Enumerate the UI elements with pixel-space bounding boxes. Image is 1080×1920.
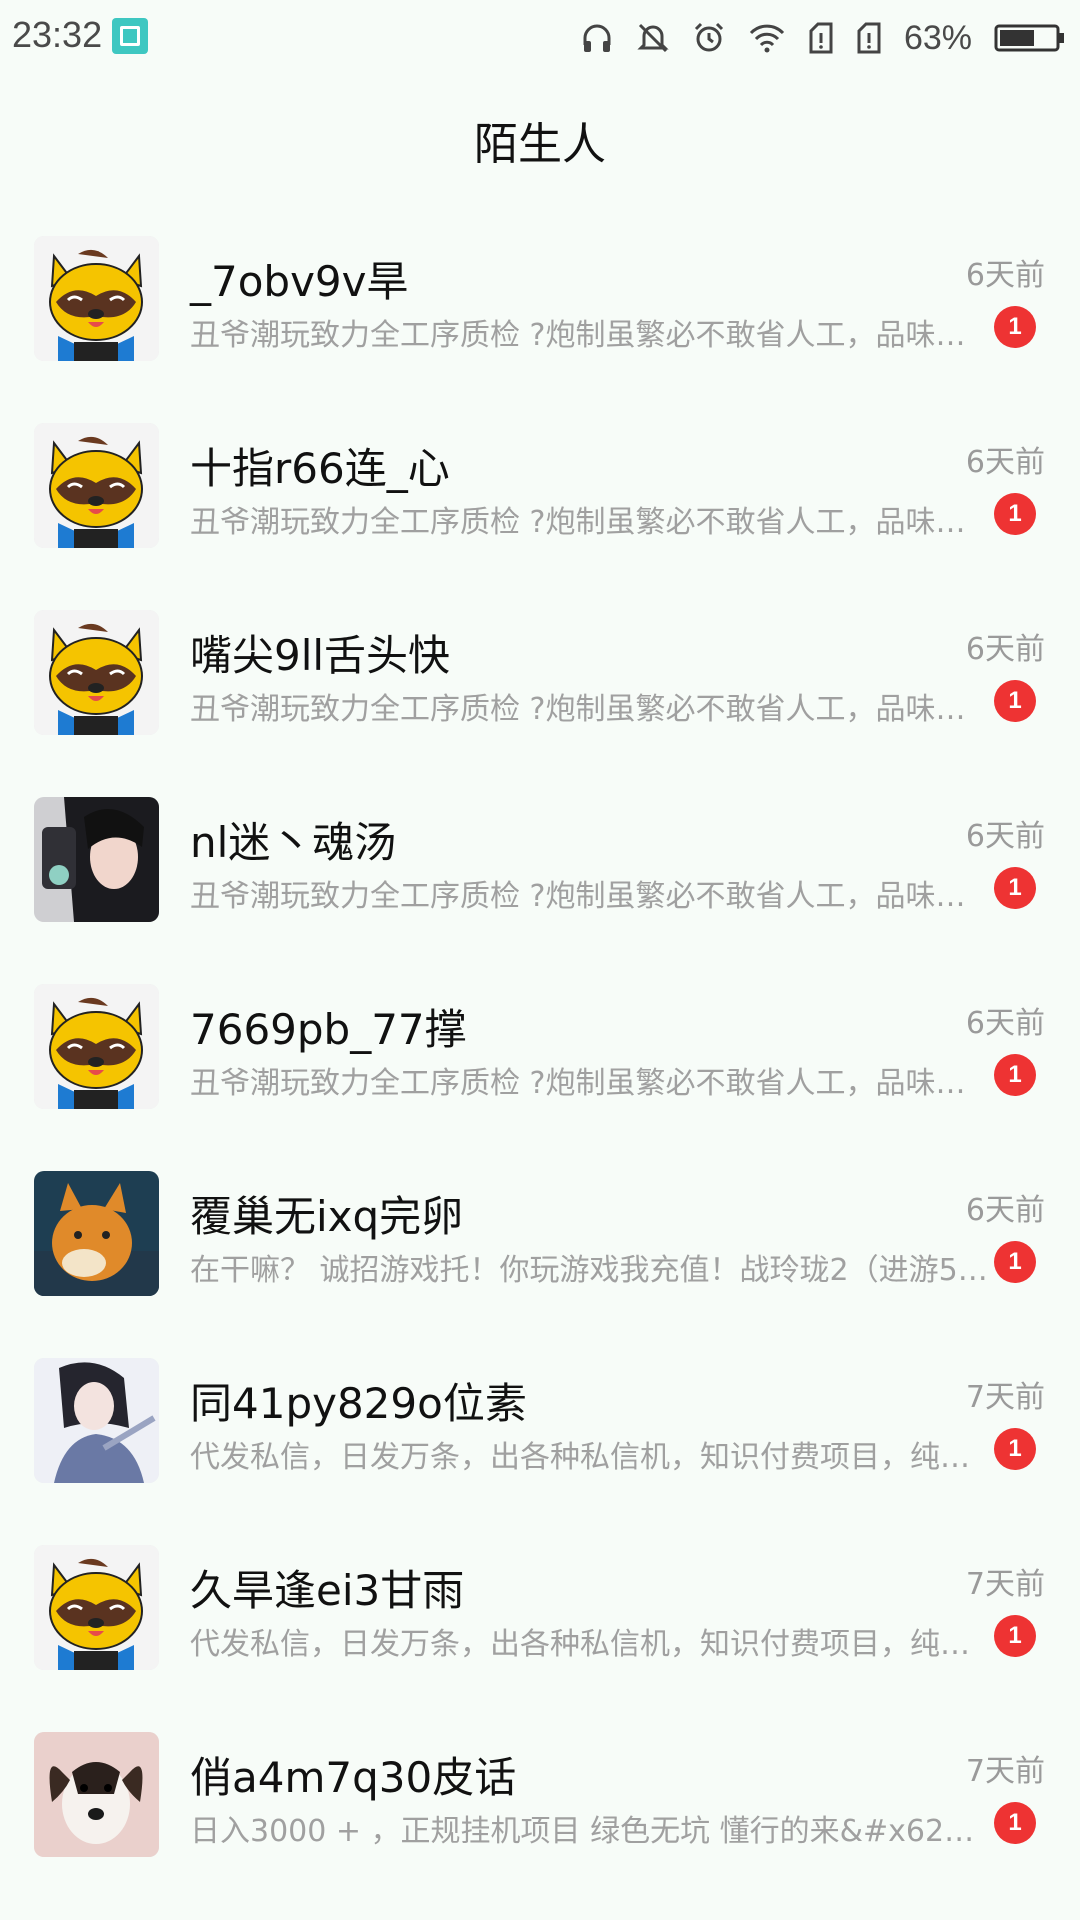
message-time: 6天前 bbox=[965, 1193, 1045, 1228]
message-time: 6天前 bbox=[965, 445, 1045, 480]
sender-name: 久旱逢ei3甘雨 bbox=[190, 1566, 465, 1615]
avatar[interactable] bbox=[34, 984, 159, 1109]
unread-badge: 1 bbox=[994, 1054, 1036, 1096]
sender-name: nl迷丶魂汤 bbox=[190, 818, 397, 867]
sender-name: 同41py829o位素 bbox=[190, 1379, 527, 1428]
message-list: _7obv9v旱 6天前 丑爷潮玩致力全工序质检 ?炮制虽繁必不敢省人工，品味… 1 … bbox=[0, 222, 1080, 1905]
avatar[interactable] bbox=[34, 610, 159, 735]
message-time: 6天前 bbox=[965, 1006, 1045, 1041]
unread-badge: 1 bbox=[994, 493, 1036, 535]
sender-name: 俏a4m7q30皮话 bbox=[190, 1753, 517, 1802]
message-preview: 代发私信，日发万条，出各种私信机，知识付费项目，纯… bbox=[190, 1627, 970, 1662]
message-time: 7天前 bbox=[965, 1754, 1045, 1789]
sim2-icon bbox=[857, 22, 881, 54]
message-time: 7天前 bbox=[965, 1380, 1045, 1415]
message-preview: 丑爷潮玩致力全工序质检 ?炮制虽繁必不敢省人工，品味… bbox=[190, 879, 966, 914]
status-icons: 63% bbox=[580, 16, 1066, 60]
message-preview: 丑爷潮玩致力全工序质检 ?炮制虽繁必不敢省人工，品味… bbox=[190, 318, 966, 353]
wifi-icon bbox=[749, 24, 785, 53]
bell-off-icon bbox=[637, 23, 669, 53]
avatar[interactable] bbox=[34, 1545, 159, 1670]
message-item[interactable]: _7obv9v旱 6天前丑爷潮玩致力全工序质检 ?炮制虽繁必不敢省人工，品味… 1 bbox=[0, 222, 1080, 409]
message-item[interactable]: 俏a4m7q30皮话 7天前日入3000 + ，正规挂机项目 绿色无坑 懂行的来&… bbox=[0, 1718, 1080, 1905]
message-preview: 在干嘛？ 诚招游戏托！你玩游戏我充值！战玲珑2（进游5… bbox=[190, 1253, 988, 1288]
message-time: 6天前 bbox=[965, 819, 1045, 854]
unread-badge: 1 bbox=[994, 306, 1036, 348]
message-preview: 丑爷潮玩致力全工序质检 ?炮制虽繁必不敢省人工，品味… bbox=[190, 692, 966, 727]
sender-name: 嘴尖9ll舌头快 bbox=[190, 631, 451, 680]
message-time: 7天前 bbox=[965, 1567, 1045, 1602]
sim1-icon bbox=[809, 22, 833, 54]
status-time: 23:32 bbox=[12, 14, 103, 55]
unread-badge: 1 bbox=[994, 1615, 1036, 1657]
message-item[interactable]: 7669pb_77撑 6天前丑爷潮玩致力全工序质检 ?炮制虽繁必不敢省人工，品味…… bbox=[0, 970, 1080, 1157]
headphones-icon bbox=[583, 24, 611, 52]
message-time: 6天前 bbox=[965, 632, 1045, 667]
unread-badge: 1 bbox=[994, 1428, 1036, 1470]
battery-percent: 63% bbox=[903, 18, 972, 57]
message-item[interactable]: 嘴尖9ll舌头快 6天前丑爷潮玩致力全工序质检 ?炮制虽繁必不敢省人工，品味… 1 bbox=[0, 596, 1080, 783]
message-item[interactable]: nl迷丶魂汤 6天前丑爷潮玩致力全工序质检 ?炮制虽繁必不敢省人工，品味… 1 bbox=[0, 783, 1080, 970]
avatar[interactable] bbox=[34, 423, 159, 548]
avatar[interactable] bbox=[34, 797, 159, 922]
sender-name: 十指r66连_心 bbox=[190, 444, 450, 493]
message-item[interactable]: 同41py829o位素 7天前代发私信，日发万条，出各种私信机，知识付费项目，纯…… bbox=[0, 1344, 1080, 1531]
message-item[interactable]: 十指r66连_心 6天前丑爷潮玩致力全工序质检 ?炮制虽繁必不敢省人工，品味… 1 bbox=[0, 409, 1080, 596]
avatar[interactable] bbox=[34, 1358, 159, 1483]
screenshot-icon bbox=[112, 18, 148, 54]
unread-badge: 1 bbox=[994, 680, 1036, 722]
sender-name: 7669pb_77撑 bbox=[190, 1005, 467, 1054]
battery-icon bbox=[994, 24, 1064, 52]
message-preview: 日入3000 + ，正规挂机项目 绿色无坑 懂行的来&#x6211;… bbox=[190, 1814, 990, 1849]
sender-name: _7obv9v旱 bbox=[190, 257, 409, 306]
message-preview: 丑爷潮玩致力全工序质检 ?炮制虽繁必不敢省人工，品味… bbox=[190, 505, 966, 540]
status-bar: 23:32 63% bbox=[0, 0, 1080, 78]
message-preview: 代发私信，日发万条，出各种私信机，知识付费项目，纯… bbox=[190, 1440, 970, 1475]
avatar[interactable] bbox=[34, 1171, 159, 1296]
sender-name: 覆巢无ixq完卵 bbox=[190, 1192, 464, 1241]
message-time: 6天前 bbox=[965, 258, 1045, 293]
page-title: 陌生人 bbox=[474, 119, 606, 170]
unread-badge: 1 bbox=[994, 1802, 1036, 1844]
alarm-icon bbox=[694, 22, 723, 52]
message-item[interactable]: 覆巢无ixq完卵 6天前在干嘛？ 诚招游戏托！你玩游戏我充值！战玲珑2（进游5… 1 bbox=[0, 1157, 1080, 1344]
unread-badge: 1 bbox=[994, 867, 1036, 909]
unread-badge: 1 bbox=[994, 1241, 1036, 1283]
message-item[interactable]: 久旱逢ei3甘雨 7天前代发私信，日发万条，出各种私信机，知识付费项目，纯… 1 bbox=[0, 1531, 1080, 1718]
message-preview: 丑爷潮玩致力全工序质检 ?炮制虽繁必不敢省人工，品味… bbox=[190, 1066, 966, 1101]
avatar[interactable] bbox=[34, 236, 159, 361]
avatar[interactable] bbox=[34, 1732, 159, 1857]
